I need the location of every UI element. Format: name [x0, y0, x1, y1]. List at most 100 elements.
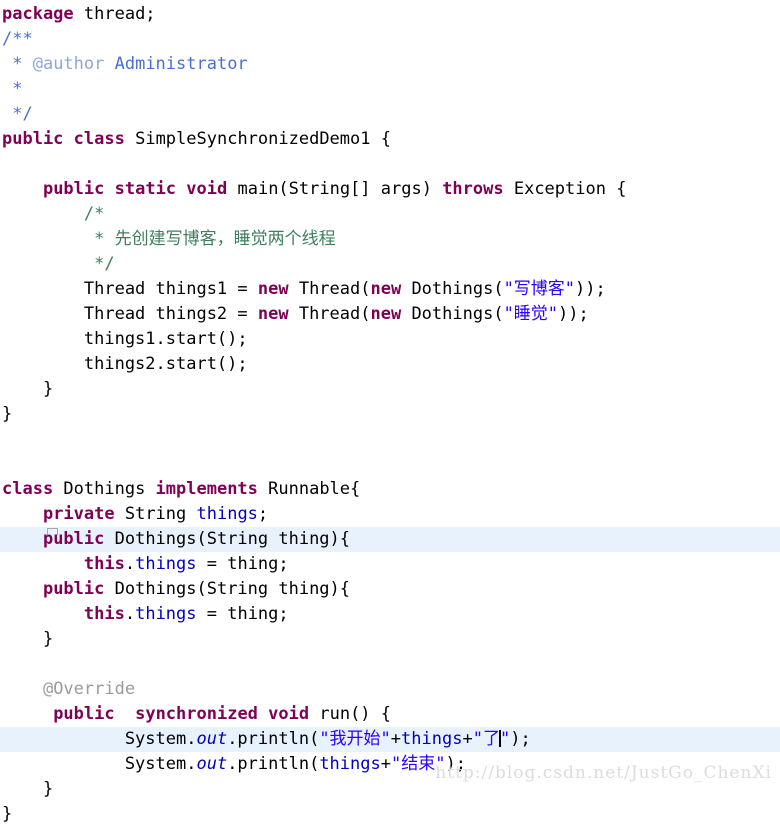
code-token-fld: things	[196, 504, 258, 524]
code-token-fld: things	[401, 729, 463, 749]
code-token-str: "睡觉"	[503, 304, 559, 324]
watermark-url: http://blog.csdn.net/JustGo_ChenXi	[435, 763, 772, 783]
code-line[interactable]: /*	[0, 202, 780, 227]
code-token-kw: class	[73, 129, 125, 149]
code-token-jdoc: Administrator	[104, 54, 248, 74]
code-line[interactable]: * @author Administrator	[0, 52, 780, 77]
code-line[interactable]: }	[0, 627, 780, 652]
code-token-plain: = thing;	[196, 604, 289, 624]
code-token-fld: things	[319, 754, 381, 774]
code-token-kw: new	[257, 279, 289, 299]
code-token-kw: new	[370, 279, 402, 299]
code-token-str: "我开始"	[319, 729, 391, 749]
code-token-fld: things	[135, 554, 197, 574]
code-token-kw: this	[83, 554, 125, 574]
code-line[interactable]: /**	[0, 27, 780, 52]
code-token-kw: new	[370, 304, 402, 324]
code-token-plain: Dothings	[53, 479, 156, 499]
code-token-plain: System.	[2, 754, 197, 774]
code-line[interactable]: public Dothings(String thing){	[0, 577, 780, 602]
code-token-plain: .println(	[227, 729, 320, 749]
code-token-jdoc: /**	[2, 29, 33, 49]
code-token-plain: }	[2, 379, 54, 399]
code-line[interactable]: this.things = thing;	[0, 552, 780, 577]
code-token-jdoc: *	[2, 54, 33, 74]
code-token-kw: class	[2, 479, 54, 499]
code-token-stat: out	[196, 729, 228, 749]
code-token-plain: = thing;	[196, 554, 289, 574]
code-line[interactable]: public class SimpleSynchronizedDemo1 {	[0, 127, 780, 152]
code-token-plain: Runnable{	[257, 479, 361, 499]
code-line[interactable]: things1.start();	[0, 327, 780, 352]
code-token-plain: String	[114, 504, 197, 524]
code-line[interactable]: this.things = thing;	[0, 602, 780, 627]
code-line[interactable]: @Override	[0, 677, 780, 702]
code-token-kw: public	[42, 179, 105, 199]
code-line[interactable]	[0, 152, 780, 177]
code-editor[interactable]: package thread;/** * @author Administrat…	[0, 0, 780, 824]
code-line[interactable]: }	[0, 377, 780, 402]
code-token-plain: +	[380, 754, 391, 774]
collapsed-code-marker[interactable]	[47, 528, 58, 535]
code-token-plain: .println(	[227, 754, 320, 774]
code-token-plain: +	[462, 729, 473, 749]
code-line[interactable]: System.out.println("我开始"+things+"了");	[0, 727, 780, 752]
code-line[interactable]: *	[0, 77, 780, 102]
code-token-plain: Dothings(	[401, 304, 504, 324]
code-line[interactable]: Thread things1 = new Thread(new Dothings…	[0, 277, 780, 302]
code-line[interactable]	[0, 452, 780, 477]
code-line[interactable]	[0, 652, 780, 677]
code-token-plain: things1.start();	[2, 329, 248, 349]
code-token-kw: public	[2, 129, 64, 149]
code-token-ann: @Override	[42, 679, 136, 699]
code-token-plain: +	[390, 729, 402, 749]
code-line[interactable]: public static void main(String[] args) t…	[0, 177, 780, 202]
code-line[interactable]: private String things;	[0, 502, 780, 527]
code-line[interactable]: * 先创建写博客，睡觉两个线程	[0, 227, 780, 252]
code-token-kw: synchronized	[135, 704, 258, 724]
code-line[interactable]: */	[0, 252, 780, 277]
code-token-str: "写博客"	[503, 279, 576, 299]
code-token-plain: Dothings(String thing){	[104, 579, 351, 599]
code-token-plain: Thread things2 =	[2, 304, 258, 324]
code-token-plain: ));	[558, 304, 589, 324]
code-line[interactable]: package thread;	[0, 2, 780, 27]
code-token-cmt: /*	[2, 204, 105, 224]
code-line[interactable]: public synchronized void run() {	[0, 702, 780, 727]
code-token-plain: ));	[575, 279, 606, 299]
code-line[interactable]: }	[0, 802, 780, 827]
code-token-plain: }	[2, 804, 13, 824]
code-token-stat: out	[196, 754, 228, 774]
code-token-kw: throws	[442, 179, 504, 199]
code-line[interactable]: */	[0, 102, 780, 127]
code-lines-container[interactable]: package thread;/** * @author Administrat…	[0, 0, 780, 827]
code-token-jdoctag: @author	[32, 54, 105, 74]
code-line[interactable]: public Dothings(String thing){	[0, 527, 780, 552]
code-token-jdoc: *	[2, 79, 23, 99]
code-token-jdoc: */	[2, 104, 33, 124]
code-token-kw: static	[114, 179, 177, 199]
code-line[interactable]	[0, 427, 780, 452]
code-token-kw: package	[2, 4, 74, 24]
code-line[interactable]: Thread things2 = new Thread(new Dothings…	[0, 302, 780, 327]
code-token-plain: .	[124, 554, 136, 574]
code-token-plain: run() {	[309, 704, 392, 724]
code-line[interactable]: }	[0, 402, 780, 427]
code-token-plain: things2.start();	[2, 354, 248, 374]
code-token-kw: new	[257, 304, 289, 324]
code-token-kw: this	[83, 604, 125, 624]
code-token-plain: System.	[2, 729, 197, 749]
code-line[interactable]: class Dothings implements Runnable{	[0, 477, 780, 502]
code-token-plain: thread;	[73, 4, 156, 24]
code-token-plain: }	[2, 404, 13, 424]
code-line[interactable]: things2.start();	[0, 352, 780, 377]
